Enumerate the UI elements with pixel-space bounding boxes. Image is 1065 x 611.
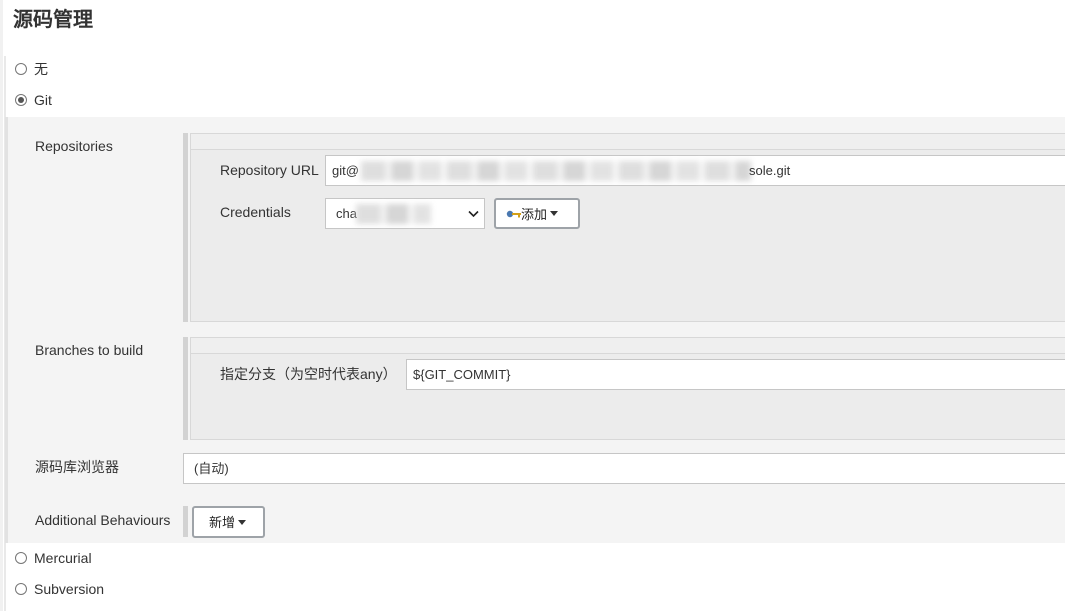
branch-entry-header	[191, 338, 1065, 354]
scm-section: 源码管理 无 Git Repositories Repository URL g…	[0, 0, 1065, 611]
add-credentials-label: 添加	[521, 207, 548, 222]
repository-url-suffix: sole.git	[749, 163, 791, 178]
branch-specifier-input[interactable]: ${GIT_COMMIT}	[406, 359, 1065, 390]
radio-subversion[interactable]	[15, 583, 27, 595]
credentials-value: cha	[336, 206, 357, 221]
branches-label: Branches to build	[35, 342, 144, 358]
repositories-drag-handle[interactable]	[183, 133, 188, 322]
repository-browser-label: 源码库浏览器	[35, 459, 119, 475]
repository-browser-select[interactable]: (自动)	[183, 453, 1065, 484]
radio-subversion-label[interactable]: Subversion	[34, 580, 104, 598]
radio-none[interactable]	[15, 63, 27, 75]
radio-none-label[interactable]: 无	[34, 60, 48, 78]
key-icon	[506, 210, 521, 218]
add-credentials-button[interactable]: 添加	[494, 198, 580, 229]
add-behaviour-label: 新增	[209, 515, 236, 530]
redacted-blur	[356, 204, 431, 224]
section-title: 源码管理	[13, 9, 93, 31]
repository-url-label: Repository URL	[220, 162, 319, 178]
credentials-label: Credentials	[220, 204, 291, 220]
branch-specifier-value: ${GIT_COMMIT}	[413, 367, 511, 382]
radio-git[interactable]	[15, 94, 27, 106]
radio-mercurial[interactable]	[15, 552, 27, 564]
chevron-down-icon	[468, 210, 479, 218]
credentials-select[interactable]: cha	[325, 198, 485, 229]
caret-down-icon	[238, 520, 246, 525]
radio-mercurial-label[interactable]: Mercurial	[34, 549, 92, 567]
add-behaviour-button[interactable]: 新增	[192, 506, 265, 538]
repository-browser-value: (自动)	[194, 461, 229, 476]
branches-drag-handle[interactable]	[183, 337, 188, 440]
branch-specifier-label: 指定分支（为空时代表any）	[220, 366, 397, 382]
repository-url-prefix: git@	[332, 163, 359, 178]
repositories-label: Repositories	[35, 138, 113, 154]
repository-url-input[interactable]: git@ sole.git	[325, 155, 1065, 186]
redacted-blur	[361, 161, 751, 181]
section-edge	[0, 0, 3, 611]
behaviours-bar	[183, 506, 188, 537]
radio-git-label[interactable]: Git	[34, 91, 52, 109]
additional-behaviours-label: Additional Behaviours	[35, 512, 171, 528]
repository-entry-header	[191, 134, 1065, 150]
radio-dot	[18, 97, 24, 103]
caret-down-icon	[550, 211, 558, 216]
